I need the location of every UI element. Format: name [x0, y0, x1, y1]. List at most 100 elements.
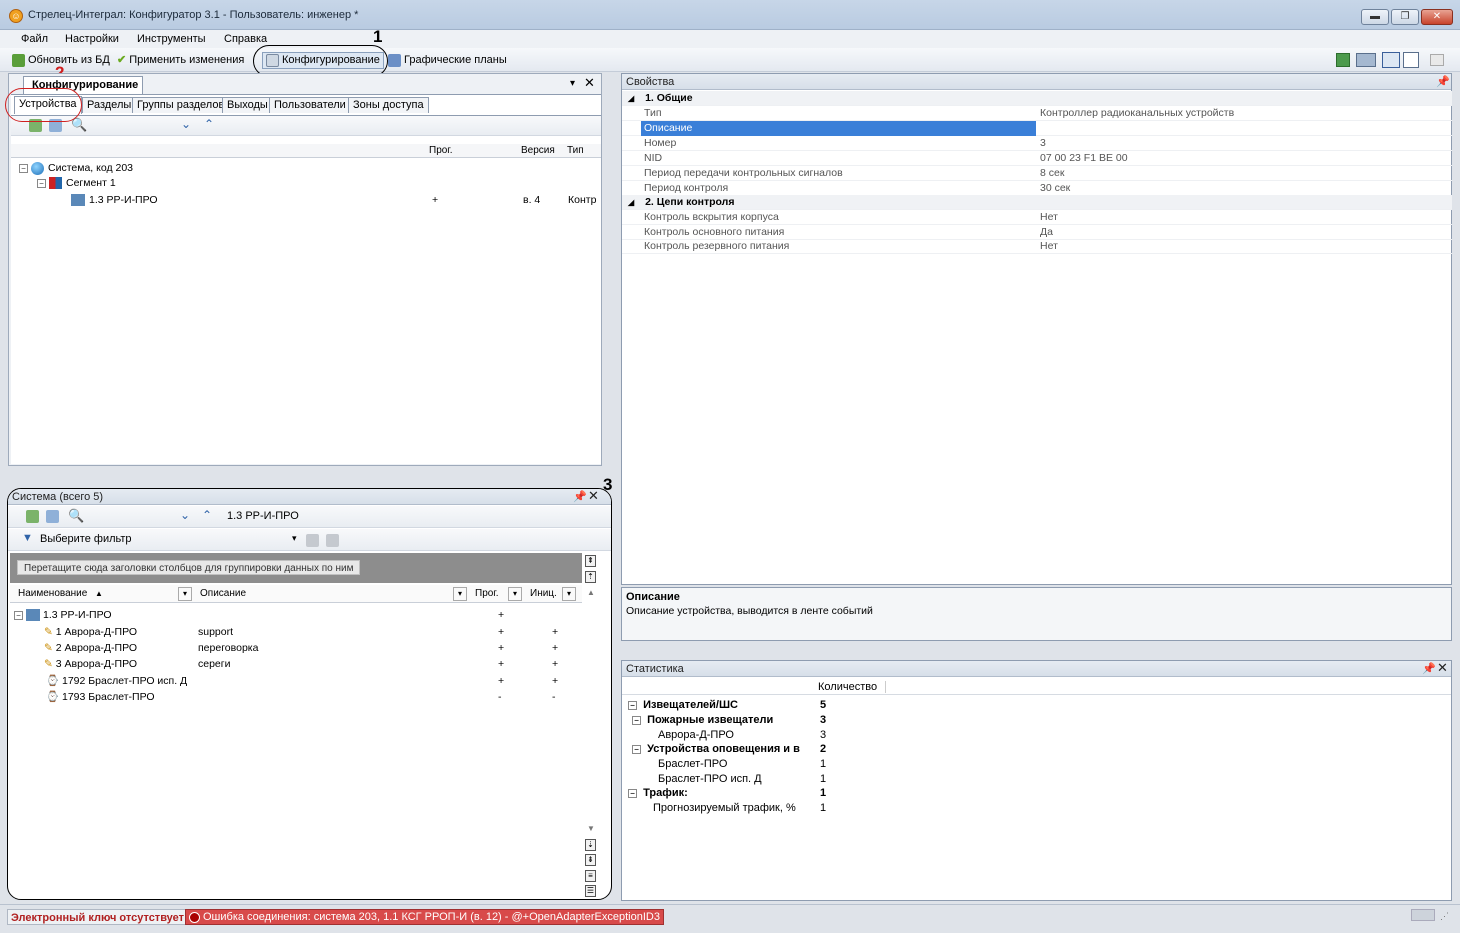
minimize-button[interactable]: ▬ [1361, 9, 1389, 25]
statistics-header: Количество [622, 678, 1451, 695]
prop-row[interactable]: NID 07 00 23 F1 BE 00 [622, 151, 1452, 166]
scroll-up-icon[interactable]: ▲ [587, 588, 595, 597]
col-type[interactable]: Тип [567, 144, 584, 158]
tab-access-zones[interactable]: Зоны доступа [348, 97, 429, 113]
bracelet-icon: ⌚ [46, 675, 60, 687]
windows-layout-icon[interactable] [1356, 53, 1376, 67]
graphic-plans-button[interactable]: Графические планы [388, 52, 507, 69]
prop-row[interactable]: Контроль резервного питания Нет [622, 239, 1452, 254]
stat-row[interactable]: − Пожарные извещатели 3 [632, 712, 826, 728]
grid-options-icon[interactable]: ☰ [585, 885, 596, 897]
globe-icon [31, 161, 44, 175]
filter-select[interactable]: Выберите фильтр [40, 533, 132, 545]
table-row[interactable]: −1.3 РР-И-ПРО + [14, 607, 574, 623]
collapse-toggle-icon[interactable]: − [628, 700, 637, 710]
prop-row[interactable]: Период передачи контрольных сигналов 8 се… [622, 166, 1452, 181]
tab-sections[interactable]: Разделы [82, 97, 137, 113]
stat-row[interactable]: − Устройства оповещения и в2 [632, 741, 826, 757]
breadcrumb[interactable]: 1.3 РР-И-ПРО [227, 510, 299, 522]
system-panel: Система (всего 5) 📌 ✕ 🔍 ⌄ ⌃ 1.3 РР-И-ПРО… [7, 488, 612, 900]
description-text: Описание устройства, выводится в ленте с… [626, 605, 873, 617]
menu-settings[interactable]: Настройки [61, 31, 123, 47]
group-by-area[interactable]: Перетащите сюда заголовки столбцов для г… [10, 553, 582, 583]
scroll-page-down-icon[interactable]: ⇣ [585, 839, 596, 851]
menu-tools[interactable]: Инструменты [133, 31, 210, 47]
collapse-toggle-icon[interactable]: − [632, 744, 641, 754]
column-filter-icon[interactable]: ▾ [178, 587, 192, 601]
tree-node-segment[interactable]: − Сегмент 1 [37, 175, 116, 191]
chevron-up-icon[interactable]: ⌃ [204, 117, 214, 131]
collapse-toggle-icon[interactable]: − [628, 788, 637, 798]
plan-icon [388, 54, 401, 67]
table-row[interactable]: ✎ 2 Аврора-Д-ПРО переговорка + + [44, 640, 574, 656]
table-row[interactable]: ⌚ 1793 Браслет-ПРО - - [46, 689, 574, 705]
chevron-up-icon[interactable]: ⌃ [202, 508, 212, 522]
status-connection-error[interactable]: Ошибка соединения: система 203, 1.1 КСГ … [185, 909, 664, 925]
collapse-all-icon[interactable] [46, 510, 59, 523]
vertical-layout-icon[interactable] [1403, 52, 1419, 68]
collapse-toggle-icon[interactable]: − [19, 163, 28, 173]
close-panel-icon[interactable]: ✕ [584, 75, 595, 91]
scroll-page-up-icon[interactable]: ⇡ [585, 571, 596, 583]
col-prog[interactable]: Прог. [429, 144, 453, 158]
pin-icon[interactable]: 📌 [1436, 74, 1450, 90]
col-prog[interactable]: Прог. [475, 585, 499, 603]
prop-row[interactable]: Период контроля 30 сек [622, 181, 1452, 196]
column-filter-icon[interactable]: ▾ [562, 587, 576, 601]
column-filter-icon[interactable]: ▾ [453, 587, 467, 601]
table-row[interactable]: ✎ 1 Аврора-Д-ПРО support + + [44, 624, 574, 640]
close-panel-icon[interactable]: ✕ [1437, 660, 1448, 676]
maximize-button[interactable]: ❐ [1391, 9, 1419, 25]
detector-icon: ✎ [44, 642, 53, 654]
tab-outputs[interactable]: Выходы [222, 97, 273, 113]
prop-row[interactable]: Номер 3 [622, 136, 1452, 151]
prop-row-description[interactable]: Описание [622, 121, 1452, 136]
table-row[interactable]: ⌚ 1792 Браслет-ПРО исп. Д + + [46, 673, 574, 689]
pin-icon[interactable]: 📌 [1422, 661, 1436, 677]
close-button[interactable]: ✕ [1421, 9, 1453, 25]
col-description[interactable]: Описание [200, 585, 246, 603]
grid-menu-icon[interactable]: ≡ [585, 870, 596, 882]
filter-toolbar: ▼ Выберите фильтр ▾ [8, 529, 611, 551]
horizontal-layout-icon[interactable] [1382, 52, 1400, 68]
chevron-down-icon[interactable]: ⌄ [180, 508, 190, 522]
tree-node-controller[interactable]: 1.3 РР-И-ПРО + в. 4 Контр [71, 192, 601, 208]
col-version[interactable]: Версия [521, 144, 555, 158]
stat-row: Прогнозируемый трафик, % 1 [653, 802, 827, 814]
apply-changes-button[interactable]: ✔ Применить изменения [117, 52, 244, 69]
collapse-toggle-icon[interactable]: − [37, 178, 46, 188]
tab-section-groups[interactable]: Группы разделов [132, 97, 230, 113]
column-filter-icon[interactable]: ▾ [508, 587, 522, 601]
search-icon[interactable]: 🔍 [68, 508, 84, 524]
menu-help[interactable]: Справка [220, 31, 271, 47]
stat-row[interactable]: − Трафик: 1 [628, 785, 826, 801]
prop-group-control-circuits[interactable]: ◢ 2. Цепи контроля [622, 195, 1452, 210]
menu-file[interactable]: Файл [17, 31, 52, 47]
pin-icon[interactable]: 📌 [573, 489, 587, 505]
collapse-toggle-icon[interactable]: − [632, 715, 641, 725]
scroll-top-icon[interactable]: ⇞ [585, 555, 596, 567]
tree-node-system[interactable]: − Система, код 203 [19, 160, 133, 176]
tab-users[interactable]: Пользователи [269, 97, 351, 113]
sync-icon[interactable] [1336, 53, 1350, 67]
prop-row[interactable]: Контроль основного питания Да [622, 225, 1452, 240]
expand-all-icon[interactable] [26, 510, 39, 523]
col-count[interactable]: Количество [818, 681, 887, 693]
resize-grip-icon[interactable]: ⋰ [1440, 911, 1449, 922]
close-panel-icon[interactable]: ✕ [588, 489, 599, 504]
group-by-hint: Перетащите сюда заголовки столбцов для г… [17, 560, 361, 575]
filter-dropdown-icon[interactable]: ▾ [292, 533, 297, 544]
prop-row[interactable]: Тип Контроллер радиоканальных устройств [622, 106, 1452, 121]
chevron-down-icon[interactable]: ⌄ [181, 117, 191, 131]
prop-group-general[interactable]: ◢ 1. Общие [622, 91, 1452, 106]
scroll-bottom-icon[interactable]: ⇟ [585, 854, 596, 866]
annotation-ellipse-2 [5, 88, 82, 122]
col-init[interactable]: Иниц. [530, 585, 557, 603]
table-row[interactable]: ✎ 3 Аврора-Д-ПРО сереги + + [44, 656, 574, 672]
dropdown-arrow-icon[interactable]: ▾ [570, 78, 575, 89]
stat-row[interactable]: − Извещателей/ШС 5 [628, 697, 826, 713]
scroll-down-icon[interactable]: ▼ [587, 824, 595, 833]
prop-row[interactable]: Контроль вскрытия корпуса Нет [622, 210, 1452, 225]
collapse-toggle-icon[interactable]: − [14, 610, 23, 620]
col-name[interactable]: Наименование [18, 585, 87, 603]
